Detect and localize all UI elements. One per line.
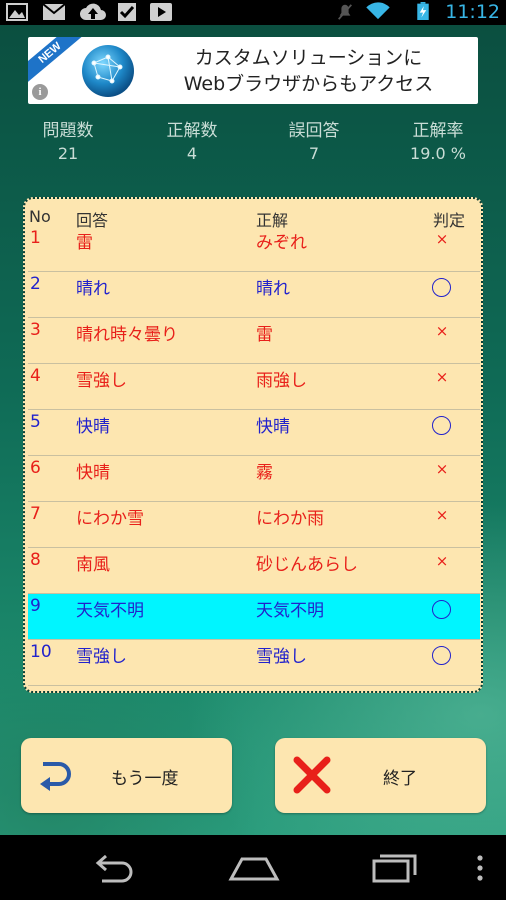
stat-value-questions: 21 [57, 144, 79, 163]
table-row[interactable]: 4 雪強し 雨強し × [28, 364, 480, 410]
correct-mark-icon [432, 278, 451, 297]
ad-banner[interactable]: NEW i カスタムソリューションに Webブラウザからもアクセス [28, 37, 478, 104]
row-answer: 雪強し [76, 371, 127, 391]
table-row[interactable]: 8 南風 砂じんあらし × [28, 548, 480, 594]
row-answer: 天気不明 [76, 601, 144, 621]
wrong-mark: × [435, 552, 449, 570]
table-row[interactable]: 10 雪強し 雪強し [28, 640, 480, 686]
wifi-icon [366, 2, 390, 20]
row-correct: 天気不明 [256, 601, 324, 621]
row-correct: みぞれ [256, 233, 307, 253]
stat-label-rate: 正解率 [412, 121, 464, 141]
stat-label-wrong: 誤回答 [288, 121, 340, 141]
finish-button-label: 終了 [383, 769, 417, 789]
results-table[interactable]: No 回答 正解 判定 1 雷みぞれ × 2 晴れ 晴れ 3 晴れ時々曇り雷 × 4 雪強し 雨強し ×… [23, 197, 483, 693]
row-no: 4 [30, 366, 41, 386]
table-row[interactable]: 9 天気不明 天気不明 [28, 594, 480, 640]
table-row[interactable]: 7 にわか雪 にわか雨 × [28, 502, 480, 548]
wrong-mark: × [435, 322, 449, 340]
navigation-bar [0, 835, 506, 900]
stat-label-questions: 問題数 [42, 121, 94, 141]
row-answer: 晴れ時々曇り [76, 325, 178, 345]
row-no: 1 [30, 228, 41, 248]
row-no: 10 [30, 642, 52, 662]
row-correct: 快晴 [256, 417, 290, 437]
ad-text[interactable]: カスタムソリューションに Webブラウザからもアクセス [146, 45, 471, 97]
row-no: 9 [30, 596, 41, 616]
ad-line-1: カスタムソリューションに [194, 47, 423, 69]
correct-mark-icon [432, 646, 451, 665]
stat-value-wrong: 7 [308, 144, 320, 163]
wrong-mark: × [435, 230, 449, 248]
checkbox-icon [118, 3, 136, 21]
row-correct: にわか雨 [256, 509, 324, 529]
mute-icon [338, 4, 352, 20]
wrong-mark: × [435, 368, 449, 386]
stat-value-rate: 19.0 % [410, 144, 466, 163]
finish-button[interactable]: 終了 [275, 738, 486, 813]
table-row[interactable]: 3 晴れ時々曇り 雷 × [28, 318, 480, 364]
row-answer: にわか雪 [76, 509, 144, 529]
close-x-icon [293, 756, 331, 794]
globe-icon [82, 45, 134, 97]
row-answer: 雪強し [76, 647, 127, 667]
wrong-mark: × [435, 460, 449, 478]
row-answer: 雷 [76, 233, 93, 253]
stat-label-correct: 正解数 [166, 121, 218, 141]
row-correct: 砂じんあらし [256, 555, 358, 575]
ad-line-2: Webブラウザからもアクセス [183, 73, 434, 95]
row-correct: 雪強し [256, 647, 307, 667]
table-row[interactable]: 5 快晴 快晴 [28, 410, 480, 456]
row-answer: 南風 [76, 555, 110, 575]
wrong-mark: × [435, 506, 449, 524]
recent-apps-icon[interactable] [370, 853, 420, 883]
table-row[interactable]: 2 晴れ 晴れ [28, 272, 480, 318]
row-correct: 雷 [256, 325, 273, 345]
row-answer: 晴れ [76, 279, 110, 299]
status-bar: 11:12 [0, 0, 506, 25]
stat-value-correct: 4 [186, 144, 198, 163]
row-no: 7 [30, 504, 41, 524]
play-icon [150, 3, 172, 21]
row-correct: 霧 [256, 463, 273, 483]
row-no: 8 [30, 550, 41, 570]
table-row[interactable]: 6 快晴 霧 × [28, 456, 480, 502]
row-answer: 快晴 [76, 417, 110, 437]
row-correct: 晴れ [256, 279, 290, 299]
battery-charging-icon [417, 2, 429, 20]
retry-button[interactable]: もう一度 [21, 738, 232, 813]
return-arrow-icon [40, 762, 71, 791]
overflow-menu-icon[interactable] [476, 855, 484, 881]
row-no: 3 [30, 320, 41, 340]
home-icon[interactable] [228, 855, 280, 881]
mail-icon [42, 3, 66, 20]
table-row[interactable]: 1 雷 みぞれ × [28, 226, 480, 272]
row-no: 6 [30, 458, 41, 478]
back-icon[interactable] [88, 855, 138, 883]
ad-info-icon[interactable]: i [32, 84, 48, 100]
row-correct: 雨強し [256, 371, 307, 391]
retry-button-label: もう一度 [111, 769, 179, 789]
row-answer: 快晴 [76, 463, 110, 483]
correct-mark-icon [432, 416, 451, 435]
row-no: 2 [30, 274, 41, 294]
correct-mark-icon [432, 600, 451, 619]
upload-icon [80, 3, 106, 20]
status-clock: 11:12 [445, 1, 500, 23]
picture-icon [6, 3, 28, 21]
row-no: 5 [30, 412, 41, 432]
header-no: No [29, 207, 51, 226]
